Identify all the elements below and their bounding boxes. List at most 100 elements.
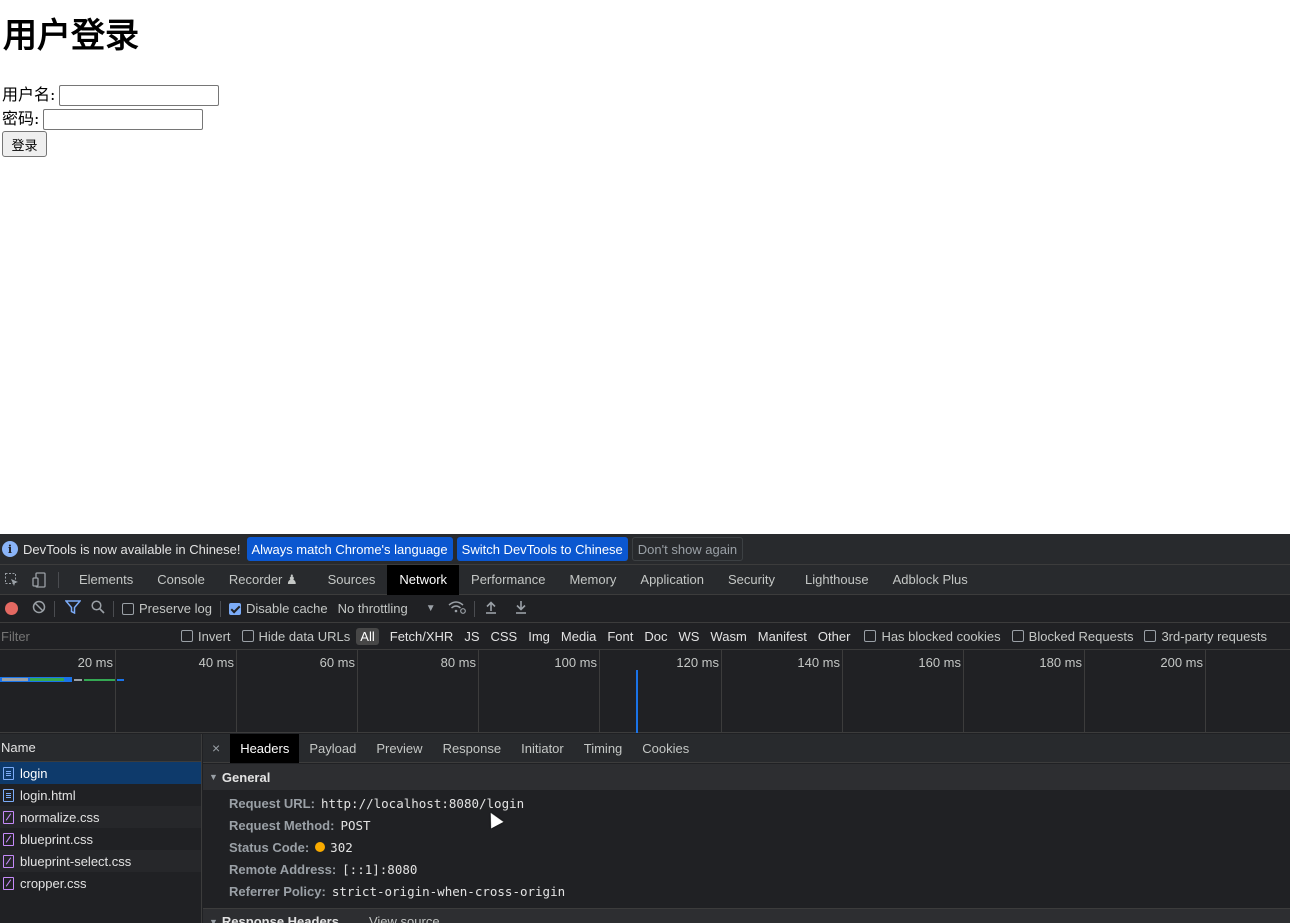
timeline-tick-label: 180 ms — [1039, 655, 1082, 670]
detail-tab-timing[interactable]: Timing — [574, 734, 633, 763]
chevron-down-icon[interactable]: ▼ — [426, 603, 436, 614]
clear-icon[interactable] — [32, 600, 46, 617]
header-value[interactable]: strict-origin-when-cross-origin — [332, 884, 565, 899]
preserve-log-checkbox[interactable]: Preserve log — [122, 601, 212, 616]
detail-tab-headers[interactable]: Headers — [230, 733, 300, 763]
header-value[interactable]: http://localhost:8080/login — [321, 796, 524, 811]
detail-tab-initiator[interactable]: Initiator — [511, 734, 574, 763]
header-value[interactable]: POST — [340, 818, 370, 833]
throttling-select[interactable]: No throttling — [338, 601, 408, 616]
import-har-icon[interactable] — [485, 600, 497, 617]
hide-data-urls-checkbox[interactable]: Hide data URLs — [241, 629, 350, 644]
header-key: Status Code: — [229, 839, 310, 855]
record-icon[interactable] — [5, 602, 18, 615]
header-value[interactable]: [::1]:8080 — [342, 862, 417, 877]
detail-tab-cookies[interactable]: Cookies — [632, 734, 699, 763]
tab-console[interactable]: Console — [145, 565, 217, 595]
tab-performance[interactable]: Performance — [459, 565, 557, 595]
blocked-requests-checkbox[interactable]: Blocked Requests — [1011, 629, 1133, 644]
timeline-bar-secondary — [117, 679, 124, 681]
request-row[interactable]: blueprint-select.css — [0, 850, 201, 872]
checkbox-icon — [1011, 630, 1024, 642]
tab-elements[interactable]: Elements — [67, 565, 145, 595]
inspect-element-icon[interactable] — [2, 570, 22, 590]
detail-tab-payload[interactable]: Payload — [299, 734, 366, 763]
timeline-gridline — [842, 650, 843, 733]
disable-cache-checkbox[interactable]: Disable cache — [228, 601, 328, 616]
filter-input[interactable] — [0, 625, 168, 647]
timeline-gridline — [115, 650, 116, 733]
general-section-header[interactable]: ▼ General — [203, 764, 1290, 790]
filter-icon[interactable] — [64, 600, 82, 617]
network-conditions-icon[interactable] — [448, 600, 466, 617]
invert-checkbox[interactable]: Invert — [181, 629, 231, 644]
dont-show-again-button[interactable]: Don't show again — [631, 537, 744, 561]
export-har-icon[interactable] — [515, 600, 527, 617]
timeline-gridline — [963, 650, 964, 733]
filter-type-js[interactable]: JS — [460, 628, 483, 645]
third-party-requests-checkbox[interactable]: 3rd-party requests — [1144, 629, 1267, 644]
username-input[interactable] — [59, 84, 220, 106]
checkbox-icon — [864, 630, 877, 642]
network-overview-timeline[interactable]: 20 ms 40 ms 60 ms 80 ms 100 ms 120 ms 140 ms 16… — [0, 650, 1290, 733]
request-row[interactable]: normalize.css — [0, 806, 201, 828]
request-row[interactable]: login — [0, 762, 201, 784]
header-key: Request URL: — [229, 795, 315, 811]
tab-sources[interactable]: Sources — [316, 565, 388, 595]
filter-type-all[interactable]: All — [356, 627, 379, 645]
checkbox-checked-icon — [228, 602, 241, 615]
name-column-header[interactable]: Name — [0, 734, 201, 762]
tab-security[interactable]: Security — [716, 565, 787, 595]
network-toolbar: Preserve log Disable cache No throttling… — [0, 595, 1290, 623]
tab-application[interactable]: Application — [628, 565, 716, 595]
tab-adblock-plus[interactable]: Adblock Plus — [881, 565, 980, 595]
filter-type-manifest[interactable]: Manifest — [754, 628, 811, 645]
filter-type-fetch-xhr[interactable]: Fetch/XHR — [386, 628, 458, 645]
stylesheet-file-icon — [3, 810, 14, 824]
filter-type-doc[interactable]: Doc — [640, 628, 671, 645]
filter-type-media[interactable]: Media — [557, 628, 600, 645]
checkbox-icon — [122, 602, 134, 615]
username-label: 用户名: — [2, 85, 56, 104]
request-row[interactable]: login.html — [0, 784, 201, 806]
request-name: normalize.css — [20, 809, 100, 825]
login-button[interactable]: 登录 — [2, 131, 47, 157]
password-input[interactable] — [43, 108, 204, 130]
header-row: Referrer Policy: strict-origin-when-cross… — [203, 880, 1290, 902]
filter-type-other[interactable]: Other — [814, 628, 855, 645]
divider — [113, 600, 114, 617]
tab-recorder[interactable]: Recorder ♟ — [217, 565, 310, 595]
timeline-tick-label: 100 ms — [554, 655, 597, 670]
detail-tab-list: Headers Payload Preview Response Initiator Ti… — [230, 733, 699, 763]
tab-lighthouse[interactable]: Lighthouse — [793, 565, 881, 595]
checkbox-icon — [181, 630, 193, 642]
timeline-tick-label: 160 ms — [918, 655, 961, 670]
timeline-bar-download — [30, 678, 64, 681]
device-toolbar-icon[interactable] — [30, 570, 50, 590]
request-name: login — [20, 765, 48, 781]
detail-tab-response[interactable]: Response — [433, 734, 512, 763]
filter-type-font[interactable]: Font — [603, 628, 637, 645]
main-tab-list: Elements Console Recorder ♟ Sources Network P… — [67, 564, 980, 595]
status-redirect-icon — [315, 842, 326, 852]
timeline-bar-waiting — [2, 678, 28, 681]
close-icon[interactable]: × — [212, 740, 220, 756]
tab-memory[interactable]: Memory — [557, 565, 628, 595]
request-row[interactable]: blueprint.css — [0, 828, 201, 850]
filter-type-css[interactable]: CSS — [487, 628, 522, 645]
timeline-gridline — [1084, 650, 1085, 733]
filter-type-ws[interactable]: WS — [674, 628, 703, 645]
filter-type-wasm[interactable]: Wasm — [706, 628, 750, 645]
has-blocked-cookies-checkbox[interactable]: Has blocked cookies — [864, 629, 1001, 644]
tab-network[interactable]: Network — [387, 564, 460, 595]
match-language-button[interactable]: Always match Chrome's language — [246, 537, 453, 561]
filter-type-img[interactable]: Img — [524, 628, 554, 645]
header-value[interactable]: 302 — [330, 840, 353, 855]
response-headers-section-header[interactable]: ▼ Response Headers View source — [203, 908, 1290, 923]
view-source-link[interactable]: View source — [369, 914, 440, 923]
request-row[interactable]: cropper.css — [0, 872, 201, 894]
detail-tab-preview[interactable]: Preview — [366, 734, 432, 763]
header-row: Request Method: POST — [203, 814, 1290, 836]
search-icon[interactable] — [91, 600, 105, 617]
switch-language-button[interactable]: Switch DevTools to Chinese — [456, 537, 628, 561]
